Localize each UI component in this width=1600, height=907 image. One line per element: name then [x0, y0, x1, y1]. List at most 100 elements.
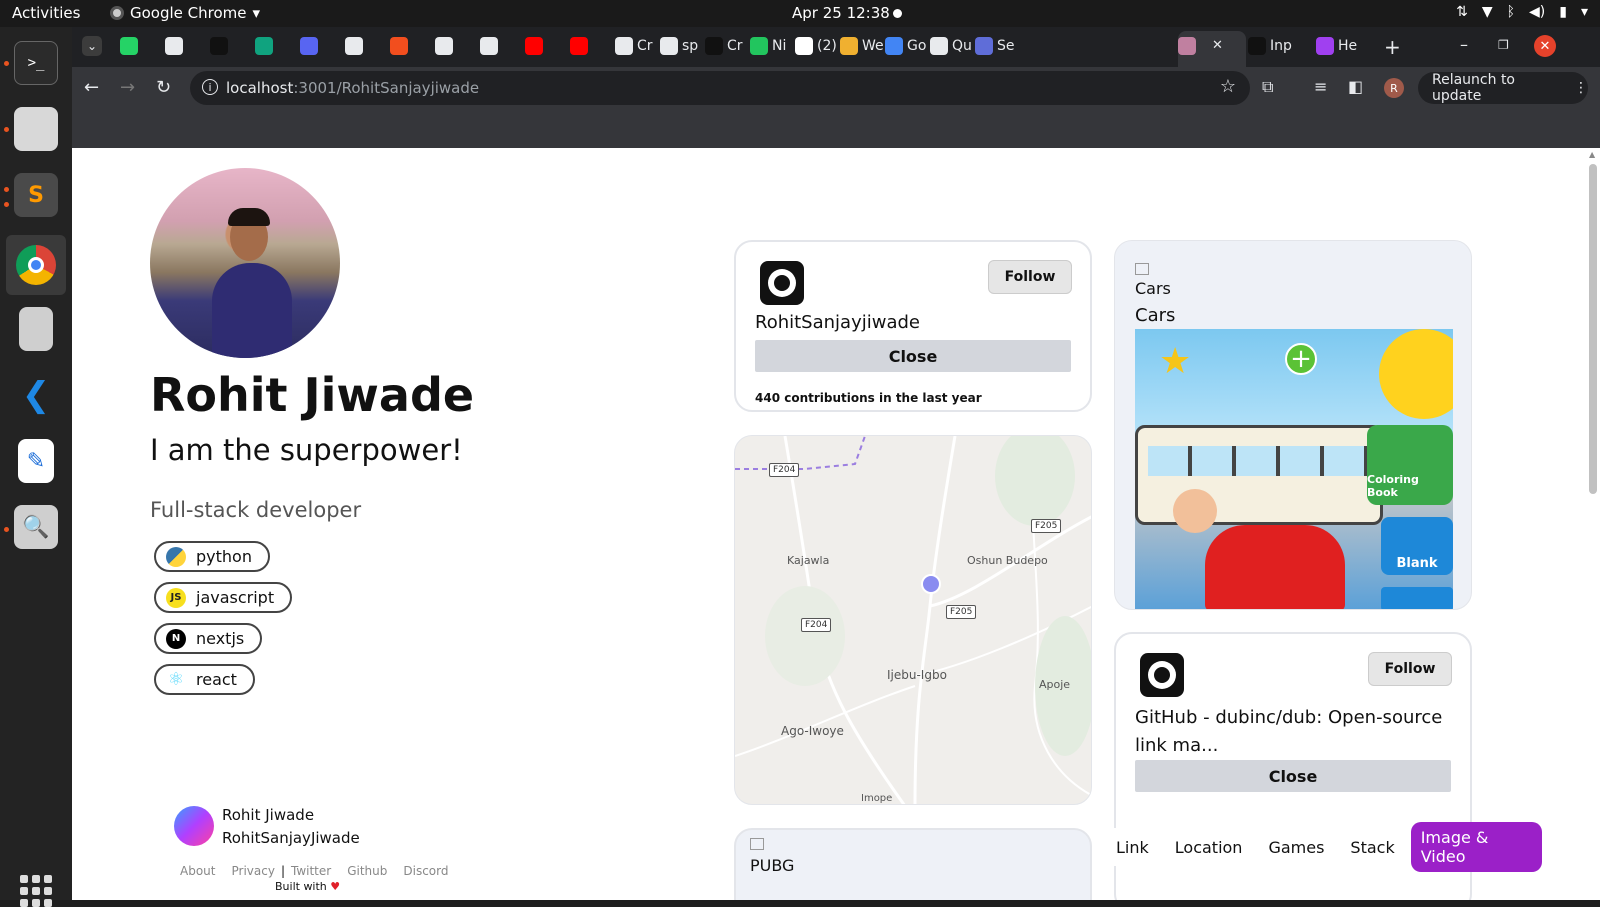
github-icon[interactable]: [435, 37, 453, 55]
youtube-icon[interactable]: [570, 37, 588, 55]
tab-title[interactable]: He: [1338, 38, 1357, 54]
minimize-icon[interactable]: –: [1460, 35, 1468, 54]
figma-icon[interactable]: [390, 37, 408, 55]
close-window-icon[interactable]: ✕: [1534, 35, 1556, 57]
vscode-icon[interactable]: ❮: [14, 373, 58, 417]
tab-title[interactable]: Inp: [1270, 38, 1292, 54]
follow-button[interactable]: Follow: [988, 260, 1072, 294]
built-with: Built with ♥: [275, 880, 341, 893]
notion-icon[interactable]: [795, 37, 813, 55]
footer-link-twitter[interactable]: Twitter: [291, 864, 331, 878]
globe-icon[interactable]: [615, 37, 633, 55]
github-icon[interactable]: [165, 37, 183, 55]
broken-image-icon: [1135, 263, 1149, 275]
tab-title[interactable]: Qu: [952, 38, 972, 54]
tab-title[interactable]: (2): [817, 38, 837, 54]
github-icon[interactable]: [345, 37, 363, 55]
bookmark-star-icon[interactable]: ☆: [1220, 76, 1236, 97]
text-editor-icon[interactable]: ✎: [18, 439, 54, 483]
files-icon[interactable]: [14, 107, 58, 151]
nav-location[interactable]: Location: [1165, 832, 1253, 863]
profile-name: Rohit Jiwade: [150, 368, 475, 422]
vercel-icon[interactable]: [705, 37, 723, 55]
scrollbar-thumb[interactable]: [1589, 164, 1597, 494]
footer-link-github[interactable]: Github: [347, 864, 387, 878]
chrome-icon: [110, 6, 124, 20]
maximize-icon[interactable]: ❐: [1498, 38, 1509, 52]
github-icon[interactable]: [480, 37, 498, 55]
archive-icon[interactable]: [19, 307, 53, 351]
follow-button[interactable]: Follow: [1368, 652, 1452, 686]
vercel-icon[interactable]: [210, 37, 228, 55]
location-map-card[interactable]: F204 F205 F205 F204 Kajawla Oshun Budepo…: [734, 435, 1092, 805]
show-apps-icon[interactable]: [20, 875, 52, 907]
footer-link-about[interactable]: About: [180, 864, 215, 878]
terminal-icon[interactable]: >_: [14, 41, 58, 85]
sublime-text-icon[interactable]: S: [14, 173, 58, 217]
clock[interactable]: Apr 25 12:38: [792, 4, 890, 22]
photo-icon[interactable]: [1178, 37, 1196, 55]
whatsapp-icon[interactable]: [120, 37, 138, 55]
close-button[interactable]: Close: [1135, 760, 1451, 792]
footer-link-privacy[interactable]: Privacy: [231, 864, 274, 878]
weather-icon[interactable]: [840, 37, 858, 55]
activities-button[interactable]: Activities: [12, 4, 80, 22]
footer-link-discord[interactable]: Discord: [403, 864, 448, 878]
github-icon[interactable]: [660, 37, 678, 55]
url-text[interactable]: localhost:3001/RohitSanjayjiwade: [226, 79, 479, 97]
tab-title[interactable]: We: [862, 38, 884, 54]
app-menu[interactable]: Google Chrome ▾: [110, 4, 260, 22]
tab-title[interactable]: Ni: [772, 38, 786, 54]
nitro-icon[interactable]: [750, 37, 768, 55]
pubg-game-card[interactable]: PUBG: [734, 828, 1092, 900]
reload-icon[interactable]: ↻: [156, 77, 171, 98]
page-scrollbar[interactable]: ▲: [1586, 148, 1600, 900]
close-tab-icon[interactable]: ✕: [1212, 38, 1223, 53]
tab-search-icon[interactable]: ⌄: [82, 36, 102, 56]
skill-label: javascript: [196, 588, 275, 607]
tab-title[interactable]: Go: [907, 38, 926, 54]
profile-avatar[interactable]: R: [1384, 78, 1404, 98]
scroll-up-icon[interactable]: ▲: [1589, 150, 1595, 159]
network-icon: ⇅: [1456, 4, 1468, 20]
road-label: F204: [801, 618, 832, 632]
github-profile-card[interactable]: Follow RohitSanjayjiwade Close 440 contr…: [734, 240, 1092, 412]
new-tab-icon[interactable]: +: [1384, 35, 1401, 59]
nav-stack[interactable]: Stack: [1340, 832, 1404, 863]
tab-title[interactable]: sp: [682, 38, 698, 54]
settings-icon[interactable]: [975, 37, 993, 55]
cars-game-card[interactable]: Cars Cars ★ + Coloring Book Blank: [1114, 240, 1472, 610]
extensions-icon[interactable]: ⧉: [1262, 77, 1273, 97]
tab-title[interactable]: Cr: [727, 38, 743, 54]
nav-link[interactable]: Link: [1106, 832, 1159, 863]
close-button[interactable]: Close: [755, 340, 1071, 372]
youtube-icon[interactable]: [525, 37, 543, 55]
place-label: Kajawla: [787, 554, 830, 567]
running-indicator: [4, 187, 9, 192]
quill-icon[interactable]: [930, 37, 948, 55]
site-info-icon[interactable]: i: [202, 79, 218, 95]
system-tray[interactable]: ⇅ ▼ ᛒ ◀) ▮ ▾: [1456, 4, 1588, 20]
sun-icon: [1379, 329, 1453, 419]
road-label: F205: [1031, 519, 1062, 533]
nav-games[interactable]: Games: [1258, 832, 1334, 863]
page-content: Rohit Jiwade I am the superpower! Full-s…: [72, 148, 1586, 900]
nav-image-video[interactable]: Image & Video: [1410, 822, 1542, 872]
discord-icon[interactable]: [300, 37, 318, 55]
input-icon[interactable]: [1248, 37, 1266, 55]
forward-icon[interactable]: →: [120, 77, 135, 98]
translate-icon[interactable]: [885, 37, 903, 55]
back-icon[interactable]: ←: [84, 77, 99, 98]
tab-title[interactable]: Se: [997, 38, 1015, 54]
media-control-icon[interactable]: ≡: [1314, 77, 1327, 96]
chatgpt-icon[interactable]: [255, 37, 273, 55]
address-bar[interactable]: i localhost:3001/RohitSanjayjiwade ☆: [190, 71, 1250, 105]
chrome-dock-slot[interactable]: [6, 235, 66, 295]
road-label: F204: [769, 463, 800, 477]
bluetooth-icon: ᛒ: [1506, 4, 1516, 20]
shield-icon[interactable]: [1316, 37, 1334, 55]
side-panel-icon[interactable]: ◧: [1348, 77, 1363, 96]
relaunch-button[interactable]: Relaunch to update ⋮: [1418, 72, 1588, 104]
screenshot-icon[interactable]: 🔍: [14, 505, 58, 549]
tab-title[interactable]: Cr: [637, 38, 653, 54]
